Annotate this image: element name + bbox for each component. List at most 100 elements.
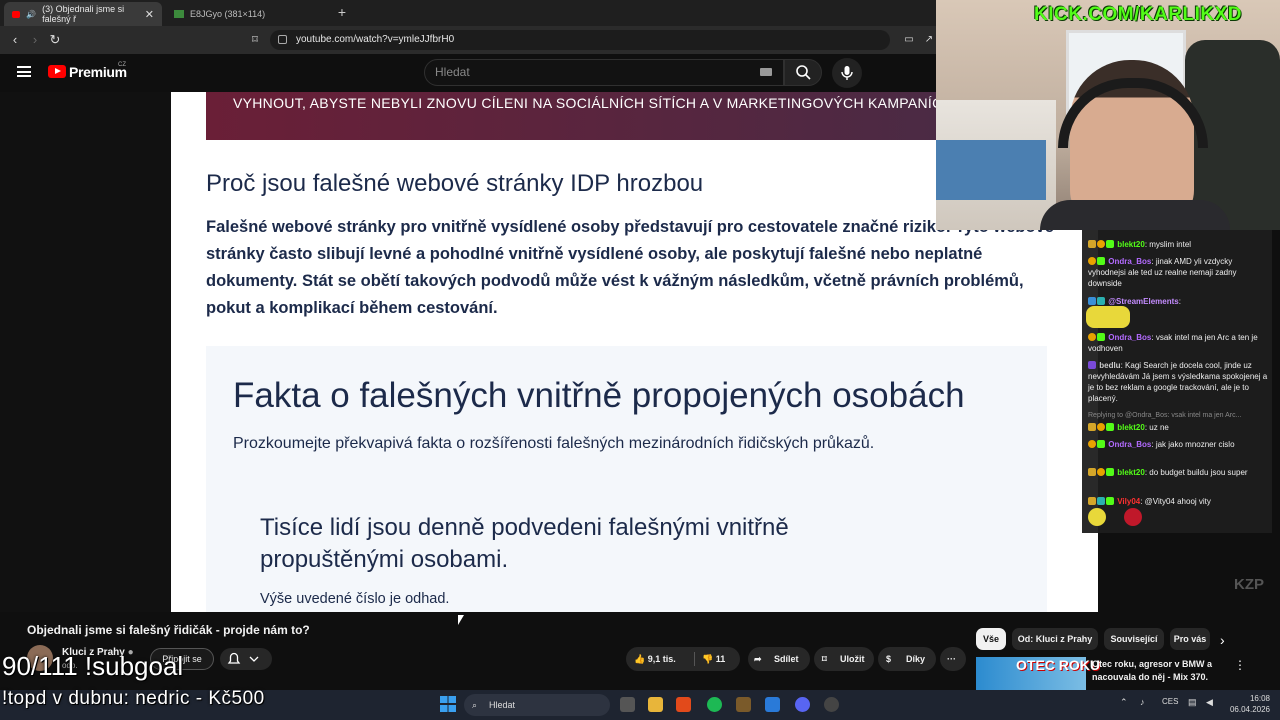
chips-next-icon[interactable]: › bbox=[1220, 632, 1225, 648]
microphone-tray-icon[interactable]: ♪ bbox=[1140, 697, 1145, 707]
chat-username: Ondra_Bos bbox=[1108, 440, 1152, 449]
discord-icon[interactable] bbox=[795, 697, 810, 712]
microphone-icon bbox=[841, 66, 853, 80]
crown-badge-icon bbox=[1088, 240, 1096, 248]
coin-badge-icon bbox=[1097, 468, 1105, 476]
subscriber-badge-icon bbox=[1088, 361, 1096, 369]
close-tab-icon[interactable]: ✕ bbox=[145, 8, 154, 21]
star-badge-icon bbox=[1106, 497, 1114, 505]
chat-username: blekt20 bbox=[1117, 423, 1145, 432]
kick-channel-url: KICK.COM/KARLIKXD bbox=[1034, 4, 1242, 25]
page-heading: Proč jsou falešné webové stránky IDP hro… bbox=[206, 170, 704, 197]
browser-tab-youtube[interactable]: 🔊 (3) Objednali jsme si falešný ř ✕ bbox=[4, 2, 162, 26]
chat-text: uz ne bbox=[1149, 423, 1169, 432]
thumbs-up-icon: 👍 bbox=[634, 654, 646, 664]
youtube-favicon-icon bbox=[12, 10, 21, 18]
subgoal-overlay: 90/111 !subgoal bbox=[2, 651, 184, 681]
tray-expand-icon[interactable]: ⌃ bbox=[1120, 697, 1128, 708]
site-info-icon[interactable] bbox=[278, 35, 287, 44]
coin-badge-icon bbox=[1088, 440, 1096, 448]
volume-icon[interactable]: ◀ bbox=[1206, 697, 1213, 708]
image-favicon-icon bbox=[174, 10, 184, 18]
chat-message: Vily04: @Vity04 ahooj vity bbox=[1088, 496, 1268, 507]
chip-for-you[interactable]: Pro vás bbox=[1170, 628, 1210, 650]
url-field[interactable]: youtube.com/watch?v=ymleJJfbrH0 bbox=[270, 30, 890, 50]
bookmark-save-icon: ⌑ bbox=[822, 654, 827, 664]
like-button[interactable]: 👍 9,1 tis. bbox=[634, 647, 676, 671]
back-icon[interactable]: ‹ bbox=[6, 31, 24, 49]
obs-icon[interactable] bbox=[824, 697, 839, 712]
thumbnail-text: OTEC ROKU bbox=[1016, 657, 1100, 673]
chat-username: Ondra_Bos bbox=[1108, 257, 1152, 266]
fact-statement: Tisíce lidí jsou denně podvedeni falešný… bbox=[260, 514, 789, 573]
taskbar-search[interactable]: ⌕ Hledat bbox=[464, 694, 610, 716]
app-icon[interactable] bbox=[736, 697, 751, 712]
ccleaner-icon[interactable] bbox=[765, 697, 780, 712]
chat-message: Ondra_Bos: jak jako mnozner cislo bbox=[1088, 439, 1268, 450]
gift-badge-icon bbox=[1097, 497, 1105, 505]
chat-message: Ondra_Bos: vsak intel ma jen Arc a ten j… bbox=[1088, 333, 1258, 353]
chip-from-channel[interactable]: Od: Kluci z Prahy bbox=[1012, 628, 1098, 650]
file-explorer-icon[interactable] bbox=[648, 697, 663, 712]
chat-message: blekt20: myslim intel bbox=[1088, 239, 1268, 250]
spotify-icon[interactable] bbox=[707, 697, 722, 712]
star-badge-icon bbox=[1097, 333, 1105, 341]
recommended-menu-icon[interactable]: ⋮ bbox=[1234, 658, 1246, 672]
taskbar-search-icon: ⌕ bbox=[472, 700, 478, 710]
share-arrow-icon: ➦ bbox=[754, 654, 762, 664]
chat-username: blekt20 bbox=[1117, 240, 1145, 249]
divider bbox=[694, 652, 695, 666]
webcam-blanket bbox=[936, 140, 1046, 200]
taskbar-clock[interactable]: 16:08 06.04.2026 bbox=[1226, 693, 1270, 715]
chip-related[interactable]: Související bbox=[1104, 628, 1164, 650]
star-badge-icon bbox=[1106, 423, 1114, 431]
new-tab-button[interactable]: + bbox=[334, 4, 350, 22]
windows-start-icon[interactable] bbox=[440, 696, 456, 712]
coin-badge-icon bbox=[1097, 240, 1105, 248]
search-input[interactable]: Hledat bbox=[424, 59, 784, 86]
chip-all[interactable]: Vše bbox=[976, 628, 1006, 650]
crown-badge-icon bbox=[1088, 423, 1096, 431]
chat-reply-context: Replying to @Ondra_Bos: vsak intel ma je… bbox=[1088, 412, 1242, 419]
share-button[interactable]: ➦ Sdílet bbox=[748, 647, 810, 671]
coin-badge-icon bbox=[1097, 423, 1105, 431]
search-icon bbox=[796, 65, 811, 80]
save-button[interactable]: ⌑ Uložit bbox=[814, 647, 874, 671]
chat-text: @Vity04 ahooj vity bbox=[1144, 497, 1211, 506]
bookmark-icon[interactable]: ⌑ bbox=[246, 31, 264, 49]
streamer-shirt bbox=[1040, 200, 1230, 230]
reload-icon[interactable]: ↻ bbox=[46, 31, 64, 49]
notification-bell-button[interactable] bbox=[220, 648, 272, 670]
chat-text: do budget buildu jsou super bbox=[1149, 468, 1248, 477]
speaker-icon: 🔊 bbox=[26, 9, 37, 19]
forward-icon[interactable]: › bbox=[26, 31, 44, 49]
task-view-icon[interactable] bbox=[620, 697, 635, 712]
more-actions-button[interactable]: ··· bbox=[940, 647, 966, 671]
chat-username: Ondra_Bos bbox=[1108, 333, 1152, 342]
voice-search-button[interactable] bbox=[832, 58, 862, 88]
recommended-title[interactable]: Otec roku, agresor v BMW a nacouvala do … bbox=[1092, 658, 1232, 684]
language-indicator[interactable]: CES bbox=[1162, 697, 1178, 706]
brave-browser-icon[interactable] bbox=[676, 697, 691, 712]
thanks-button[interactable]: $ Díky bbox=[878, 647, 936, 671]
chat-message: blekt20: do budget buildu jsou super bbox=[1088, 467, 1268, 478]
search-button[interactable] bbox=[784, 59, 822, 86]
browser-tab-image[interactable]: E8JGyo (381×114) bbox=[166, 2, 326, 26]
chat-username: @StreamElements bbox=[1108, 297, 1179, 306]
hamburger-menu-icon[interactable] bbox=[17, 66, 31, 77]
chat-username: Vily04 bbox=[1117, 497, 1141, 506]
star-badge-icon bbox=[1097, 440, 1105, 448]
crown-badge-icon bbox=[1088, 497, 1096, 505]
top-donor-overlay: !topd v dubnu: nedric - Kč500 bbox=[2, 688, 265, 709]
tab-label: (3) Objednali jsme si falešný ř bbox=[42, 4, 125, 24]
cast-icon[interactable]: ▭ bbox=[900, 31, 918, 49]
page-paragraph: Falešné webové stránky pro vnitřně vysíd… bbox=[206, 218, 1054, 317]
chat-message: bedlu: Kagi Search je docela cool, jinde… bbox=[1088, 361, 1268, 403]
network-icon[interactable]: ▤ bbox=[1188, 697, 1197, 708]
keyboard-icon[interactable] bbox=[760, 68, 772, 76]
emote-icon bbox=[1088, 508, 1106, 526]
dislike-button[interactable]: 👎 11 bbox=[702, 647, 725, 671]
youtube-logo-icon[interactable] bbox=[48, 65, 66, 78]
mouse-cursor-icon bbox=[458, 615, 464, 625]
tab-label: E8JGyo (381×114) bbox=[190, 9, 266, 19]
